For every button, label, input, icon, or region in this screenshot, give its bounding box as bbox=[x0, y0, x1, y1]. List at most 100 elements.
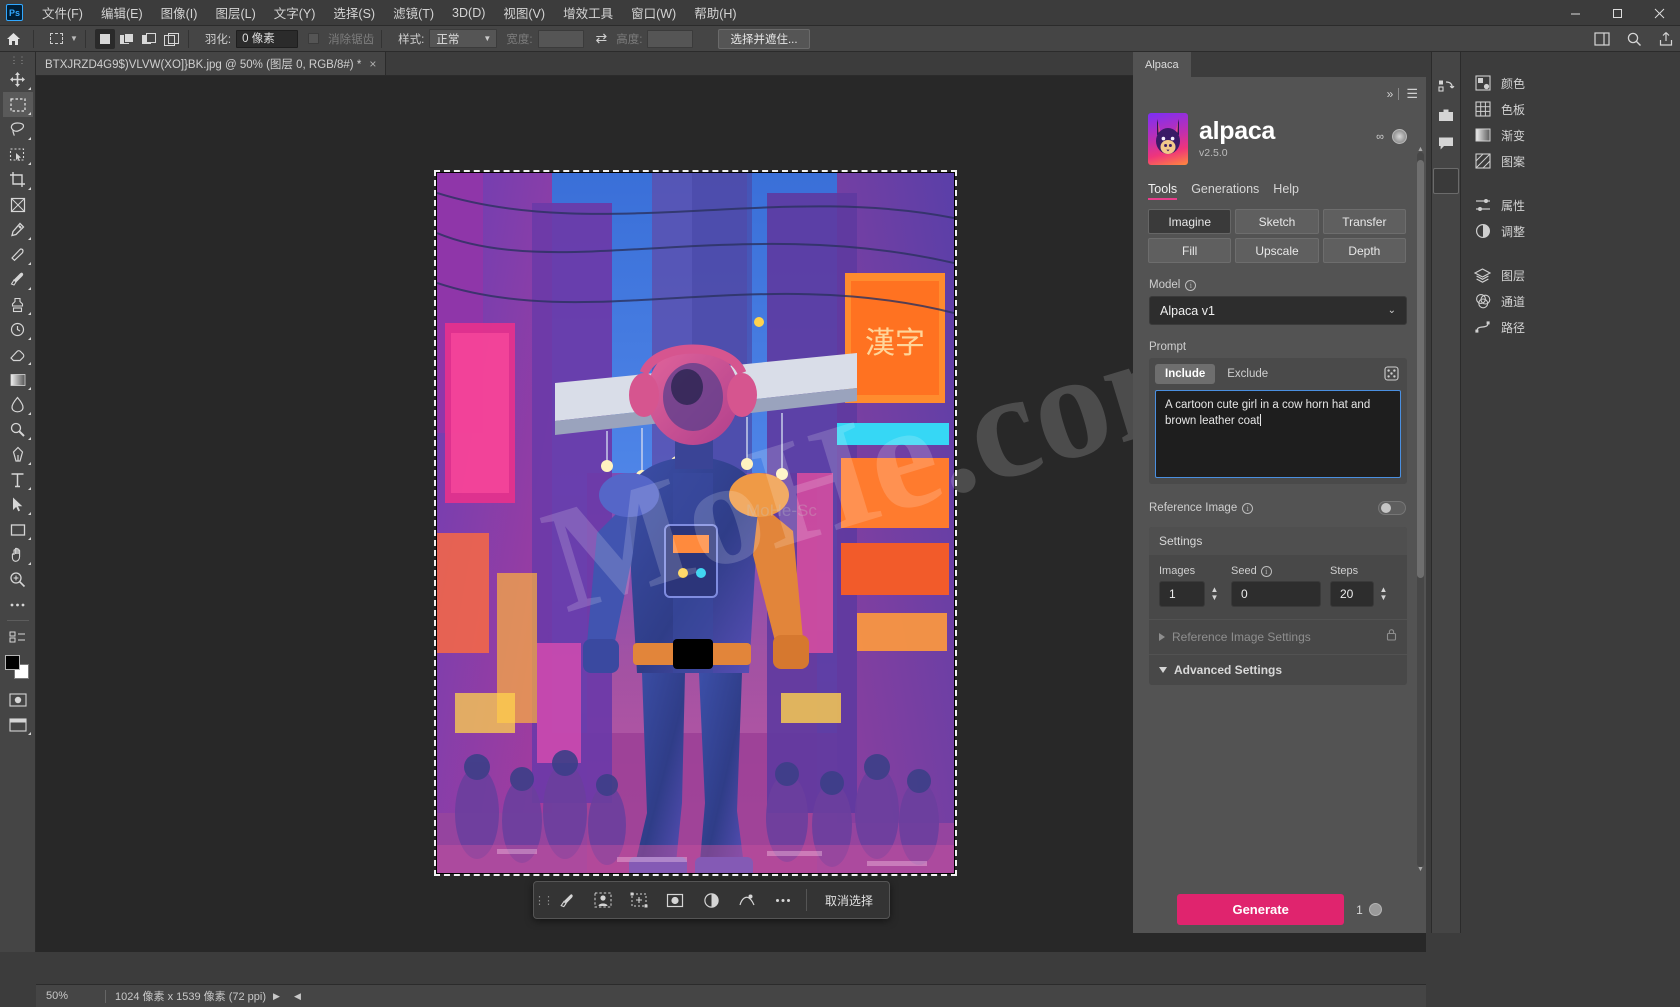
rectangular-marquee-icon[interactable] bbox=[45, 29, 67, 49]
images-input[interactable]: 1 bbox=[1159, 581, 1205, 607]
stamp-tool[interactable] bbox=[3, 292, 33, 317]
history-icon[interactable] bbox=[1433, 74, 1459, 100]
prompt-tab-exclude[interactable]: Exclude bbox=[1217, 364, 1278, 384]
menu-image[interactable]: 图像(I) bbox=[152, 0, 207, 26]
adjust-icon[interactable] bbox=[694, 885, 728, 915]
path-select-tool[interactable] bbox=[3, 492, 33, 517]
tool-sketch-button[interactable]: Sketch bbox=[1235, 209, 1318, 234]
subject-select-icon[interactable] bbox=[586, 885, 620, 915]
panel-patterns[interactable]: 图案 bbox=[1462, 148, 1680, 174]
tab-tools[interactable]: Tools bbox=[1148, 182, 1177, 200]
maximize-button[interactable] bbox=[1596, 0, 1638, 26]
menu-help[interactable]: 帮助(H) bbox=[685, 0, 745, 26]
tool-depth-button[interactable]: Depth bbox=[1323, 238, 1406, 263]
edit-toolbar-icon[interactable] bbox=[3, 624, 33, 649]
history-brush-tool[interactable] bbox=[3, 317, 33, 342]
move-tool[interactable] bbox=[3, 67, 33, 92]
zoom-level[interactable]: 50% bbox=[36, 990, 96, 1002]
tool-upscale-button[interactable]: Upscale bbox=[1235, 238, 1318, 263]
workspace-icon[interactable] bbox=[1594, 31, 1610, 47]
intersect-selection-button[interactable] bbox=[161, 29, 181, 49]
menu-select[interactable]: 选择(S) bbox=[324, 0, 384, 26]
feather-input[interactable]: 0 像素 bbox=[236, 30, 298, 48]
swap-icon[interactable]: ⇄ bbox=[596, 30, 608, 47]
panel-color[interactable]: 颜色 bbox=[1462, 70, 1680, 96]
mask-icon[interactable] bbox=[658, 885, 692, 915]
steps-input[interactable]: 20 bbox=[1330, 581, 1374, 607]
avatar[interactable] bbox=[1392, 129, 1407, 144]
transform-icon[interactable] bbox=[622, 885, 656, 915]
add-to-selection-button[interactable] bbox=[117, 29, 137, 49]
width-input[interactable] bbox=[538, 30, 584, 48]
subtract-from-selection-button[interactable] bbox=[139, 29, 159, 49]
menu-view[interactable]: 视图(V) bbox=[494, 0, 554, 26]
height-input[interactable] bbox=[647, 30, 693, 48]
alpaca-scrollbar[interactable]: ▲ ▼ bbox=[1417, 152, 1424, 867]
close-button[interactable] bbox=[1638, 0, 1680, 26]
tool-transfer-button[interactable]: Transfer bbox=[1323, 209, 1406, 234]
crop-tool[interactable] bbox=[3, 167, 33, 192]
tool-fill-button[interactable]: Fill bbox=[1148, 238, 1231, 263]
blur-tool[interactable] bbox=[3, 392, 33, 417]
home-icon[interactable] bbox=[0, 26, 26, 52]
search-icon[interactable] bbox=[1626, 31, 1642, 47]
panel-layers[interactable]: 图层 bbox=[1462, 262, 1680, 288]
tab-generations[interactable]: Generations bbox=[1191, 182, 1259, 200]
quick-mask-icon[interactable] bbox=[3, 687, 33, 712]
hand-tool[interactable] bbox=[3, 542, 33, 567]
panel-channels[interactable]: 通道 bbox=[1462, 288, 1680, 314]
menu-layer[interactable]: 图层(L) bbox=[206, 0, 264, 26]
frame-tool[interactable] bbox=[3, 192, 33, 217]
deselect-button[interactable]: 取消选择 bbox=[813, 886, 885, 914]
status-expand-icon[interactable]: ▶ bbox=[266, 991, 287, 1002]
menu-filter[interactable]: 滤镜(T) bbox=[384, 0, 443, 26]
generate-button[interactable]: Generate bbox=[1177, 894, 1344, 925]
eyedropper-tool[interactable] bbox=[3, 217, 33, 242]
marquee-tool[interactable] bbox=[3, 92, 33, 117]
eraser-tool[interactable] bbox=[3, 342, 33, 367]
more-icon[interactable] bbox=[766, 885, 800, 915]
new-selection-button[interactable] bbox=[95, 29, 115, 49]
status-collapse-icon[interactable]: ◀ bbox=[287, 991, 308, 1002]
model-select[interactable]: Alpaca v1 ⌄ bbox=[1149, 296, 1407, 325]
dice-icon[interactable] bbox=[1384, 366, 1399, 386]
menu-plugins[interactable]: 增效工具 bbox=[554, 0, 622, 26]
gradient-tool[interactable] bbox=[3, 367, 33, 392]
tool-imagine-button[interactable]: Imagine bbox=[1148, 209, 1231, 234]
chevron-down-icon[interactable]: ▼ bbox=[1380, 594, 1388, 602]
share-icon[interactable] bbox=[1658, 31, 1674, 47]
panel-paths[interactable]: 路径 bbox=[1462, 314, 1680, 340]
scroll-up-icon[interactable]: ▲ bbox=[1417, 146, 1424, 153]
color-thumb[interactable] bbox=[1433, 168, 1459, 194]
menu-type[interactable]: 文字(Y) bbox=[265, 0, 325, 26]
comments-icon[interactable] bbox=[1433, 130, 1459, 156]
tab-help[interactable]: Help bbox=[1273, 182, 1299, 200]
brush-tool[interactable] bbox=[3, 267, 33, 292]
screen-mode-icon[interactable] bbox=[3, 712, 33, 737]
alpaca-panel-tab[interactable]: Alpaca bbox=[1133, 52, 1191, 77]
healing-brush-tool[interactable] bbox=[3, 242, 33, 267]
scroll-down-icon[interactable]: ▼ bbox=[1417, 866, 1424, 873]
menu-file[interactable]: 文件(F) bbox=[33, 0, 92, 26]
minimize-button[interactable] bbox=[1554, 0, 1596, 26]
panel-gradients[interactable]: 渐变 bbox=[1462, 122, 1680, 148]
menu-window[interactable]: 窗口(W) bbox=[622, 0, 685, 26]
remove-bg-icon[interactable] bbox=[730, 885, 764, 915]
notes-icon[interactable] bbox=[1433, 102, 1459, 128]
type-tool[interactable] bbox=[3, 467, 33, 492]
pen-tool[interactable] bbox=[3, 442, 33, 467]
color-swatches[interactable] bbox=[4, 655, 32, 681]
antialias-checkbox[interactable] bbox=[308, 33, 319, 44]
panel-menu-icon[interactable]: ☰ bbox=[1406, 86, 1418, 102]
tool-preset-chevron-icon[interactable]: ▼ bbox=[70, 34, 78, 43]
contextual-task-bar[interactable]: ⋮⋮ bbox=[533, 881, 890, 919]
toolbar-grip[interactable]: ⋮⋮ bbox=[10, 55, 26, 67]
context-bar-grip[interactable]: ⋮⋮ bbox=[538, 889, 548, 911]
accordion-reference-image-settings[interactable]: Reference Image Settings bbox=[1149, 619, 1407, 654]
accordion-advanced-settings[interactable]: Advanced Settings bbox=[1149, 654, 1407, 685]
collapse-icon[interactable]: » bbox=[1387, 87, 1392, 101]
zoom-tool[interactable] bbox=[3, 567, 33, 592]
foreground-color-swatch[interactable] bbox=[5, 655, 20, 670]
menu-3d[interactable]: 3D(D) bbox=[443, 2, 494, 24]
close-icon[interactable]: × bbox=[369, 57, 376, 71]
